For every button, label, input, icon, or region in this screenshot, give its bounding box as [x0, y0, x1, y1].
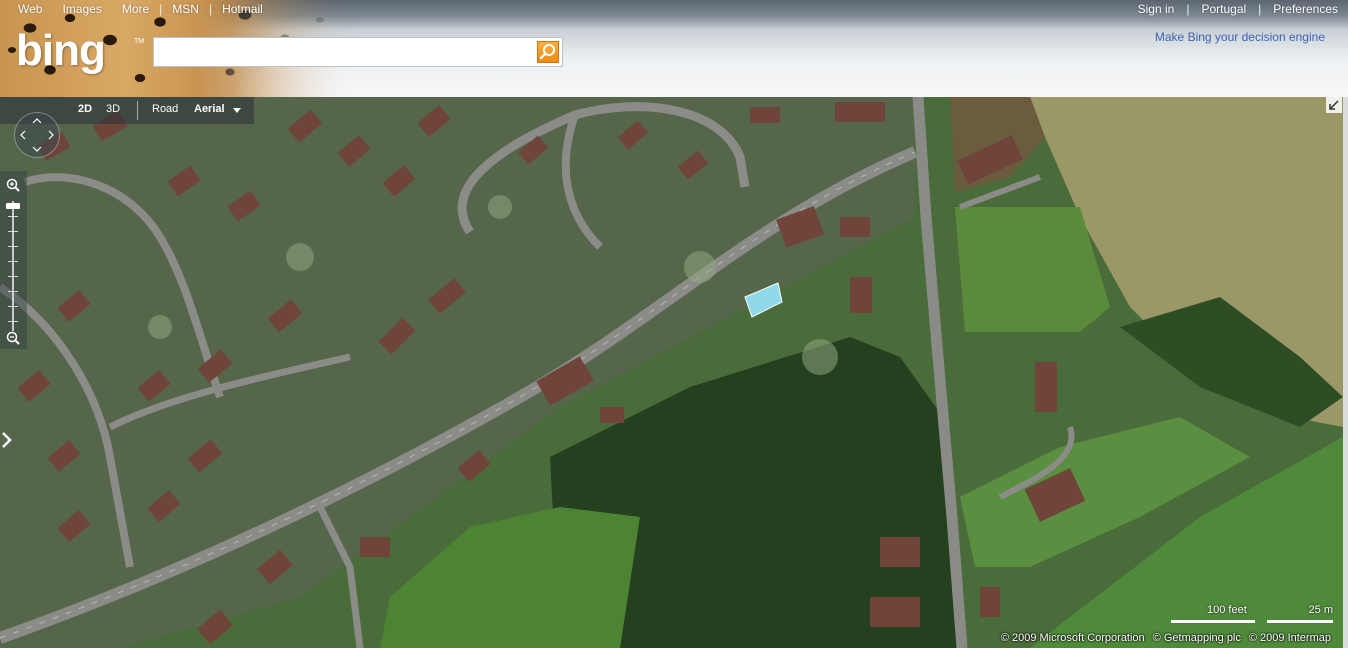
toolbar-divider	[137, 101, 138, 120]
search-box	[153, 37, 563, 67]
nav-hotmail-link[interactable]: Hotmail	[212, 1, 273, 17]
copyright-getmapping: © Getmapping plc	[1152, 632, 1241, 644]
map-scale: 100 feet 25 m	[1171, 602, 1333, 624]
road-style-button[interactable]: Road	[152, 103, 178, 115]
zoom-tick	[8, 306, 18, 307]
sign-in-link[interactable]: Sign in	[1126, 1, 1187, 17]
nav-images-link[interactable]: Images	[52, 1, 111, 17]
tagline-link[interactable]: Make Bing your decision engine	[1155, 30, 1325, 44]
copyright-microsoft: © 2009 Microsoft Corporation	[1000, 632, 1145, 644]
scale-meters-label: 25 m	[1308, 604, 1333, 616]
country-link[interactable]: Portugal	[1189, 1, 1258, 17]
nav-more-link[interactable]: More	[112, 1, 159, 17]
bing-logo[interactable]: bing	[16, 27, 106, 75]
trademark-mark: TM	[134, 38, 145, 45]
preferences-link[interactable]: Preferences	[1261, 1, 1338, 17]
zoom-tick	[8, 276, 18, 277]
copyright-intermap: © 2009 Intermap	[1248, 632, 1331, 644]
zoom-in-icon[interactable]	[6, 178, 20, 192]
view-2d-button[interactable]: 2D	[78, 103, 92, 115]
aerial-style-dropdown[interactable]: Aerial	[194, 103, 225, 115]
zoom-tick	[8, 321, 18, 322]
search-input[interactable]	[154, 38, 532, 66]
scale-meters-bar	[1267, 620, 1333, 623]
zoom-out-icon[interactable]	[6, 331, 20, 345]
zoom-tick	[8, 291, 18, 292]
zoom-slider-track[interactable]	[12, 201, 14, 331]
top-nav-right: Sign in | Portugal | Preferences	[1126, 1, 1338, 17]
collapse-icon[interactable]	[1326, 97, 1342, 113]
nav-msn-link[interactable]: MSN	[162, 1, 209, 17]
compass-icon	[20, 118, 54, 152]
vertical-scrollbar[interactable]	[1343, 97, 1348, 648]
zoom-tick	[8, 216, 18, 217]
scale-feet-bar	[1171, 620, 1255, 623]
scale-feet-label: 100 feet	[1207, 604, 1247, 616]
chevron-down-icon[interactable]	[233, 108, 241, 113]
search-button[interactable]	[537, 41, 559, 63]
bing-header: Web Images More | MSN | Hotmail Sign in …	[0, 0, 1348, 97]
aerial-imagery	[0, 97, 1343, 648]
zoom-control	[0, 171, 27, 349]
expand-panel-icon[interactable]	[0, 427, 14, 453]
aerial-map[interactable]: 2D 3D Road Aerial 100 feet 25 m © 2009 M…	[0, 97, 1343, 648]
zoom-tick	[8, 231, 18, 232]
map-copyright: © 2009 Microsoft Corporation © Getmappin…	[1001, 632, 1331, 644]
nav-web-link[interactable]: Web	[8, 1, 52, 17]
zoom-tick	[8, 261, 18, 262]
zoom-slider-handle[interactable]	[6, 203, 20, 209]
top-nav-left: Web Images More | MSN | Hotmail	[8, 1, 273, 17]
zoom-tick	[8, 246, 18, 247]
search-icon	[539, 44, 555, 60]
view-3d-button[interactable]: 3D	[106, 103, 120, 115]
compass-control[interactable]	[14, 112, 60, 158]
